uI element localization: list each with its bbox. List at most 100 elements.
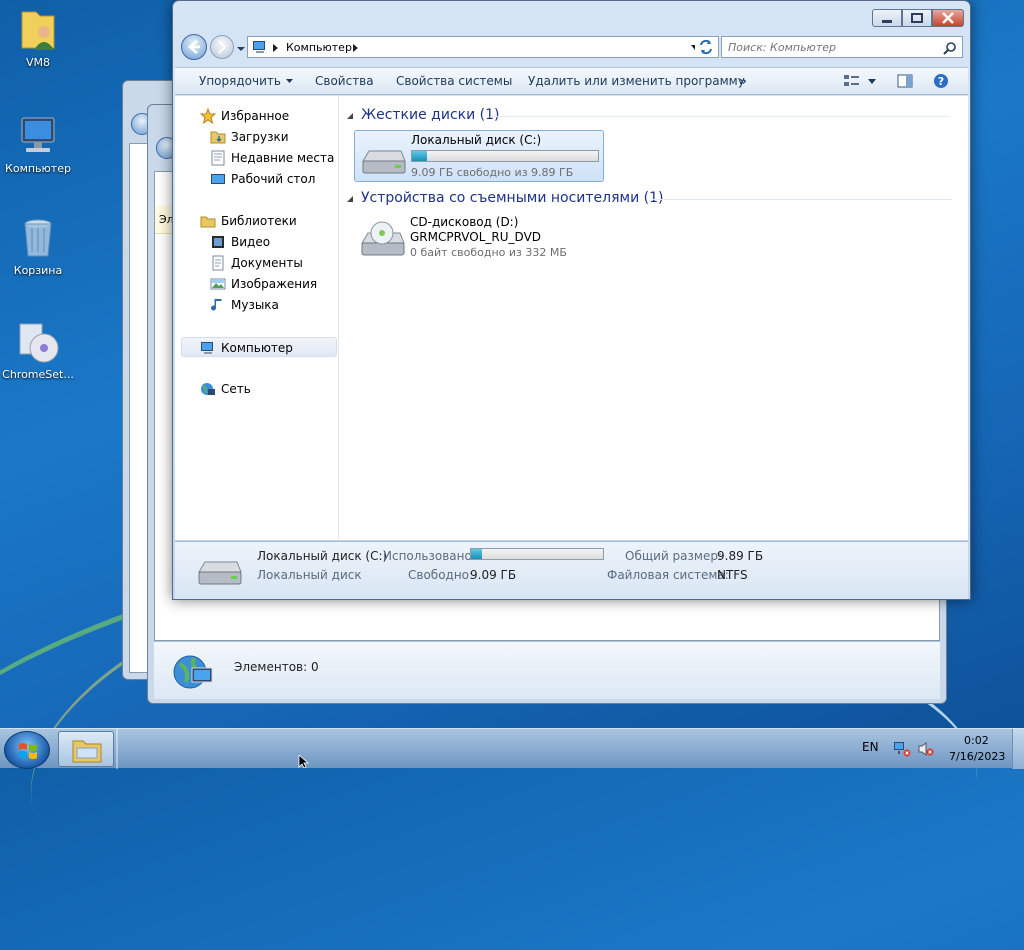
properties-button[interactable]: Свойства: [315, 74, 374, 88]
drive-free-space: 0 байт свободно из 332 МБ: [410, 246, 567, 259]
drive-item-d[interactable]: CD-дисковод (D:) GRMCPRVOL_RU_DVD 0 байт…: [354, 213, 604, 265]
nav-item-music[interactable]: Музыка: [175, 295, 339, 315]
preview-pane-button[interactable]: [897, 74, 913, 91]
refresh-icon: [700, 39, 712, 55]
group-header-removable[interactable]: Устройства со съемными носителями (1): [361, 190, 663, 206]
arrow-right-icon: [218, 40, 227, 54]
language-indicator[interactable]: EN: [862, 740, 879, 754]
star-icon: [200, 108, 216, 124]
explorer-window[interactable]: Компьютер Упорядочить Свойства Свойства …: [172, 0, 971, 600]
user-folder-icon: [14, 6, 62, 54]
drive-volume-label: GRMCPRVOL_RU_DVD: [410, 230, 542, 244]
group-divider: [652, 199, 952, 200]
pictures-icon: [210, 278, 226, 290]
drive-name: Локальный диск (C:): [411, 133, 542, 147]
search-input[interactable]: [722, 37, 932, 57]
nav-item-recent-places[interactable]: Недавние места: [175, 148, 339, 168]
desktop-icon-recycle-bin[interactable]: Корзина: [0, 214, 76, 277]
clock-time[interactable]: 0:02: [964, 734, 989, 747]
nav-item-pictures[interactable]: Изображения: [175, 274, 339, 294]
details-total-label: Общий размер:: [625, 549, 723, 563]
computer-icon: [201, 342, 213, 354]
help-icon: ?: [934, 74, 948, 88]
nav-item-desktop[interactable]: Рабочий стол: [175, 169, 339, 189]
chevron-right-icon[interactable]: [272, 43, 280, 53]
command-bar: Упорядочить Свойства Свойства системы Уд…: [175, 67, 968, 95]
documents-icon: [212, 255, 224, 271]
nav-item-computer[interactable]: Компьютер: [181, 337, 337, 357]
clock-date[interactable]: 7/16/2023: [949, 750, 1005, 763]
group-header-hard-drives[interactable]: Жесткие диски (1): [361, 107, 499, 123]
recent-pages-button[interactable]: [236, 43, 246, 53]
nav-item-libraries[interactable]: Библиотеки: [175, 211, 339, 231]
arrow-left-icon: [188, 40, 200, 54]
details-usage-bar: [470, 548, 604, 560]
address-bar[interactable]: Компьютер: [247, 36, 707, 58]
hard-drive-icon: [362, 150, 406, 174]
installer-icon: [14, 318, 62, 366]
system-properties-button[interactable]: Свойства системы: [396, 74, 512, 88]
details-fs-label: Файловая система:: [607, 568, 729, 582]
view-options-button[interactable]: [843, 74, 877, 91]
search-icon[interactable]: [943, 41, 957, 55]
bg-details-pane: Элементов: 0: [154, 641, 940, 699]
group-divider: [490, 116, 950, 117]
video-icon: [212, 236, 224, 248]
chevron-down-icon: [237, 47, 245, 51]
forward-button[interactable]: [210, 35, 234, 59]
details-drive-type: Локальный диск: [257, 568, 362, 582]
svg-text:?: ?: [938, 75, 944, 88]
minimize-button[interactable]: [872, 9, 902, 27]
nav-item-video[interactable]: Видео: [175, 232, 339, 252]
organize-button[interactable]: Упорядочить: [199, 74, 294, 88]
windows-logo-icon: [19, 743, 37, 759]
refresh-button[interactable]: [695, 36, 719, 58]
chevron-right-icon[interactable]: [352, 43, 360, 53]
desktop-icon-computer[interactable]: Компьютер: [0, 112, 76, 175]
desktop-icon-vm8[interactable]: VM8: [0, 6, 76, 69]
back-button[interactable]: [181, 34, 207, 60]
nav-item-documents[interactable]: Документы: [175, 253, 339, 273]
bg-item-count: Элементов: 0: [234, 660, 319, 674]
volume-muted-icon[interactable]: [917, 741, 935, 757]
nav-item-network[interactable]: Сеть: [175, 379, 339, 399]
search-box[interactable]: [721, 36, 963, 58]
preview-pane-icon: [897, 74, 913, 88]
folder-icon: [72, 740, 102, 763]
breadcrumb-computer[interactable]: Компьютер: [286, 41, 352, 54]
address-row: Компьютер: [181, 34, 963, 62]
computer-icon: [253, 41, 265, 53]
start-button[interactable]: [4, 731, 50, 769]
details-usage-fill: [471, 549, 482, 559]
maximize-icon: [911, 13, 923, 23]
computer-icon: [14, 112, 62, 160]
cd-drive-icon: [361, 221, 405, 256]
help-button[interactable]: ?: [933, 73, 949, 92]
music-icon: [211, 299, 222, 311]
content-area: Избранное Загрузки Недавние места Рабочи…: [175, 96, 968, 540]
drive-usage-bar: [411, 150, 599, 162]
show-desktop-button[interactable]: [1012, 729, 1024, 769]
uninstall-program-button[interactable]: Удалить или изменить программу: [528, 74, 745, 88]
more-commands-button[interactable]: »: [739, 74, 747, 88]
network-status-icon[interactable]: [893, 741, 911, 757]
details-free-value: 9.09 ГБ: [470, 568, 517, 582]
details-fs-value: NTFS: [717, 568, 748, 582]
collapse-arrow-icon[interactable]: [346, 112, 354, 120]
navigation-pane: Избранное Загрузки Недавние места Рабочи…: [175, 96, 339, 540]
drive-usage-fill: [412, 151, 427, 161]
view-icon: [844, 75, 876, 86]
collapse-arrow-icon[interactable]: [346, 195, 354, 203]
details-total-value: 9.89 ГБ: [717, 549, 764, 563]
desktop-icon-chromesetup[interactable]: ChromeSet...: [0, 318, 76, 381]
network-globe-icon: [172, 650, 216, 694]
nav-item-downloads[interactable]: Загрузки: [175, 127, 339, 147]
network-icon: [201, 383, 215, 395]
mouse-cursor-icon: [298, 755, 310, 768]
taskbar: EN 0:02 7/16/2023: [0, 728, 1024, 769]
maximize-button[interactable]: [902, 9, 932, 27]
nav-item-favorites[interactable]: Избранное: [175, 106, 339, 126]
drive-item-c[interactable]: Локальный диск (C:) 9.09 ГБ свободно из …: [354, 130, 604, 182]
close-button[interactable]: [932, 9, 964, 27]
taskbar-explorer-button[interactable]: [58, 731, 114, 767]
